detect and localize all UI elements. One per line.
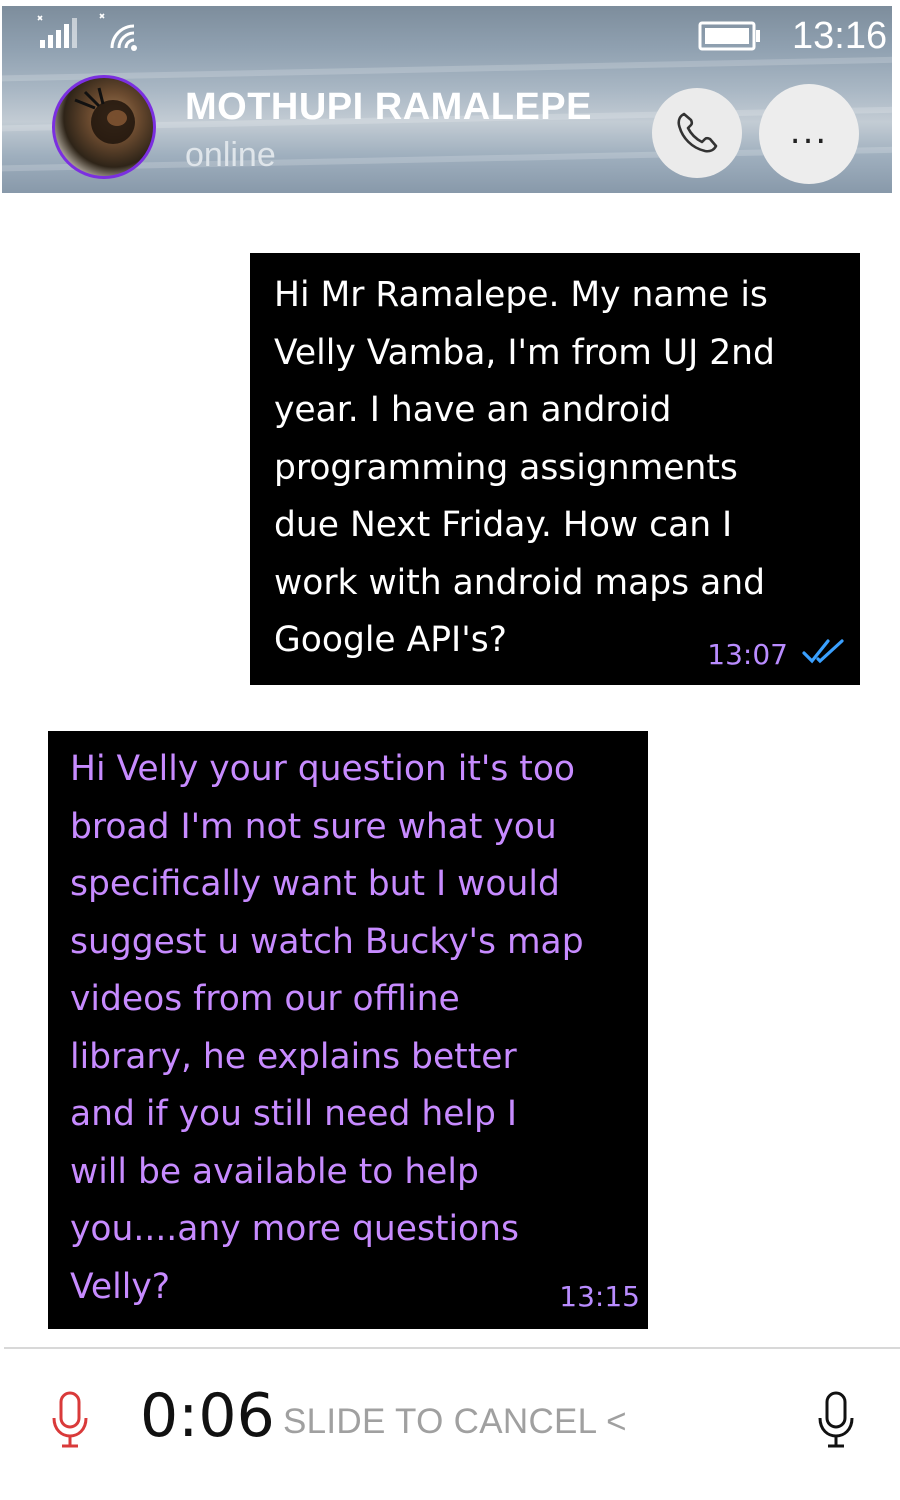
avatar-photo xyxy=(74,87,135,144)
contact-status: online xyxy=(185,136,276,174)
wifi-icon xyxy=(99,13,137,51)
status-bar: 13:16 xyxy=(2,6,892,57)
double-check-icon xyxy=(802,639,844,664)
message-time: 13:07 xyxy=(707,638,788,671)
composer-divider xyxy=(4,1347,900,1349)
recording-timer: 0:06 xyxy=(140,1381,275,1451)
message-bubble-incoming[interactable]: Hi Velly your question it's too broad I'… xyxy=(48,731,648,1329)
voice-recording-bar[interactable]: 0:06 SLIDE TO CANCEL < xyxy=(0,1350,900,1500)
signal-icon xyxy=(37,15,77,48)
avatar[interactable] xyxy=(52,75,156,179)
message-text: Hi Mr Ramalepe. My name is Velly Vamba, … xyxy=(274,275,775,660)
message-bubble-outgoing[interactable]: Hi Mr Ramalepe. My name is Velly Vamba, … xyxy=(250,253,860,685)
mic-icon[interactable] xyxy=(816,1390,856,1450)
more-options-button[interactable]: ... xyxy=(759,84,859,184)
battery-icon xyxy=(698,21,760,51)
chat-header: 13:16 MOTHUPI RAMALEPE online ... xyxy=(2,6,892,193)
call-button[interactable] xyxy=(652,88,742,178)
header-background-streak xyxy=(2,56,892,82)
recording-mic-icon xyxy=(52,1391,88,1448)
slide-to-cancel[interactable]: SLIDE TO CANCEL < xyxy=(283,1402,627,1442)
phone-icon xyxy=(677,112,718,153)
message-text: Hi Velly your question it's too broad I'… xyxy=(70,749,584,1307)
status-clock: 13:16 xyxy=(792,15,888,57)
contact-name[interactable]: MOTHUPI RAMALEPE xyxy=(185,86,592,129)
message-time: 13:15 xyxy=(559,1280,640,1313)
